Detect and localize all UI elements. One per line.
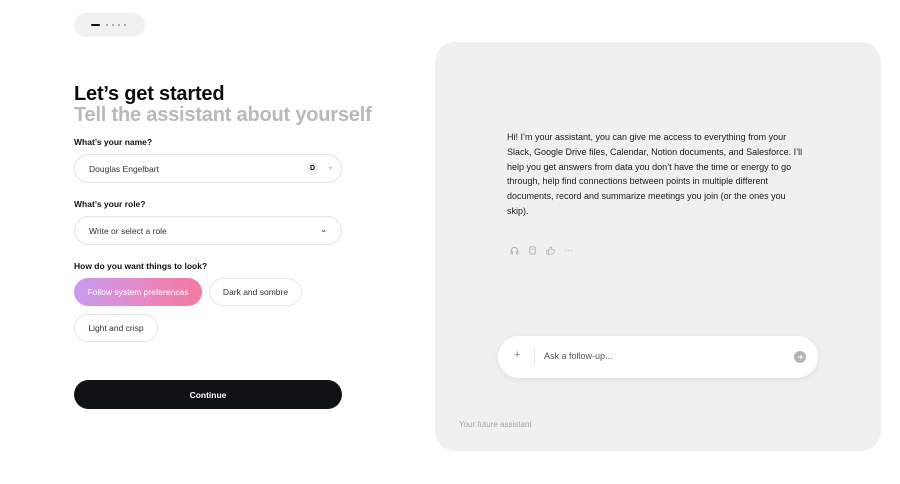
avatar[interactable]: D: [306, 162, 319, 175]
send-arrow-icon[interactable]: ➜: [794, 351, 806, 363]
theme-label: How do you want things to look?: [74, 261, 208, 271]
chevron-down-icon[interactable]: ▾: [329, 165, 332, 172]
step-indicator-active: [91, 24, 100, 26]
panel-footer-label: Your future assistant: [459, 420, 532, 429]
message-actions: ···: [510, 246, 573, 255]
step-indicator: [106, 24, 108, 26]
headphones-icon[interactable]: [510, 246, 519, 255]
step-indicator: [112, 24, 114, 26]
theme-option-dark[interactable]: Dark and sombre: [209, 278, 302, 306]
name-field[interactable]: Douglas Engelbart D ▾: [74, 154, 342, 183]
follow-up-input[interactable]: Ask a follow-up...: [544, 351, 613, 361]
copy-icon[interactable]: [528, 246, 537, 255]
thumbs-up-icon[interactable]: [546, 246, 555, 255]
chevron-down-icon[interactable]: ⌄: [320, 225, 327, 234]
role-label: What’s your role?: [74, 199, 146, 209]
plus-icon[interactable]: +: [514, 349, 520, 361]
theme-option-system[interactable]: Follow system preferences: [74, 278, 202, 306]
step-indicator: [124, 24, 126, 26]
role-placeholder: Write or select a role: [89, 225, 167, 236]
theme-option-light[interactable]: Light and crisp: [74, 314, 158, 342]
role-select[interactable]: Write or select a role ⌄: [74, 216, 342, 245]
page-title: Let’s get started: [74, 83, 225, 105]
continue-button[interactable]: Continue: [74, 380, 342, 409]
progress-stepper: [74, 13, 145, 37]
more-icon[interactable]: ···: [564, 246, 573, 255]
step-indicator: [118, 24, 120, 26]
follow-up-composer[interactable]: + Ask a follow-up... ➜: [498, 336, 818, 378]
page-subtitle: Tell the assistant about yourself: [74, 104, 372, 126]
composer-divider: [534, 349, 535, 364]
assistant-message: Hi! I’m your assistant, you can give me …: [507, 132, 803, 216]
assistant-preview-panel: Hi! I’m your assistant, you can give me …: [435, 42, 881, 451]
name-label: What’s your name?: [74, 137, 153, 147]
name-value: Douglas Engelbart: [89, 163, 159, 174]
